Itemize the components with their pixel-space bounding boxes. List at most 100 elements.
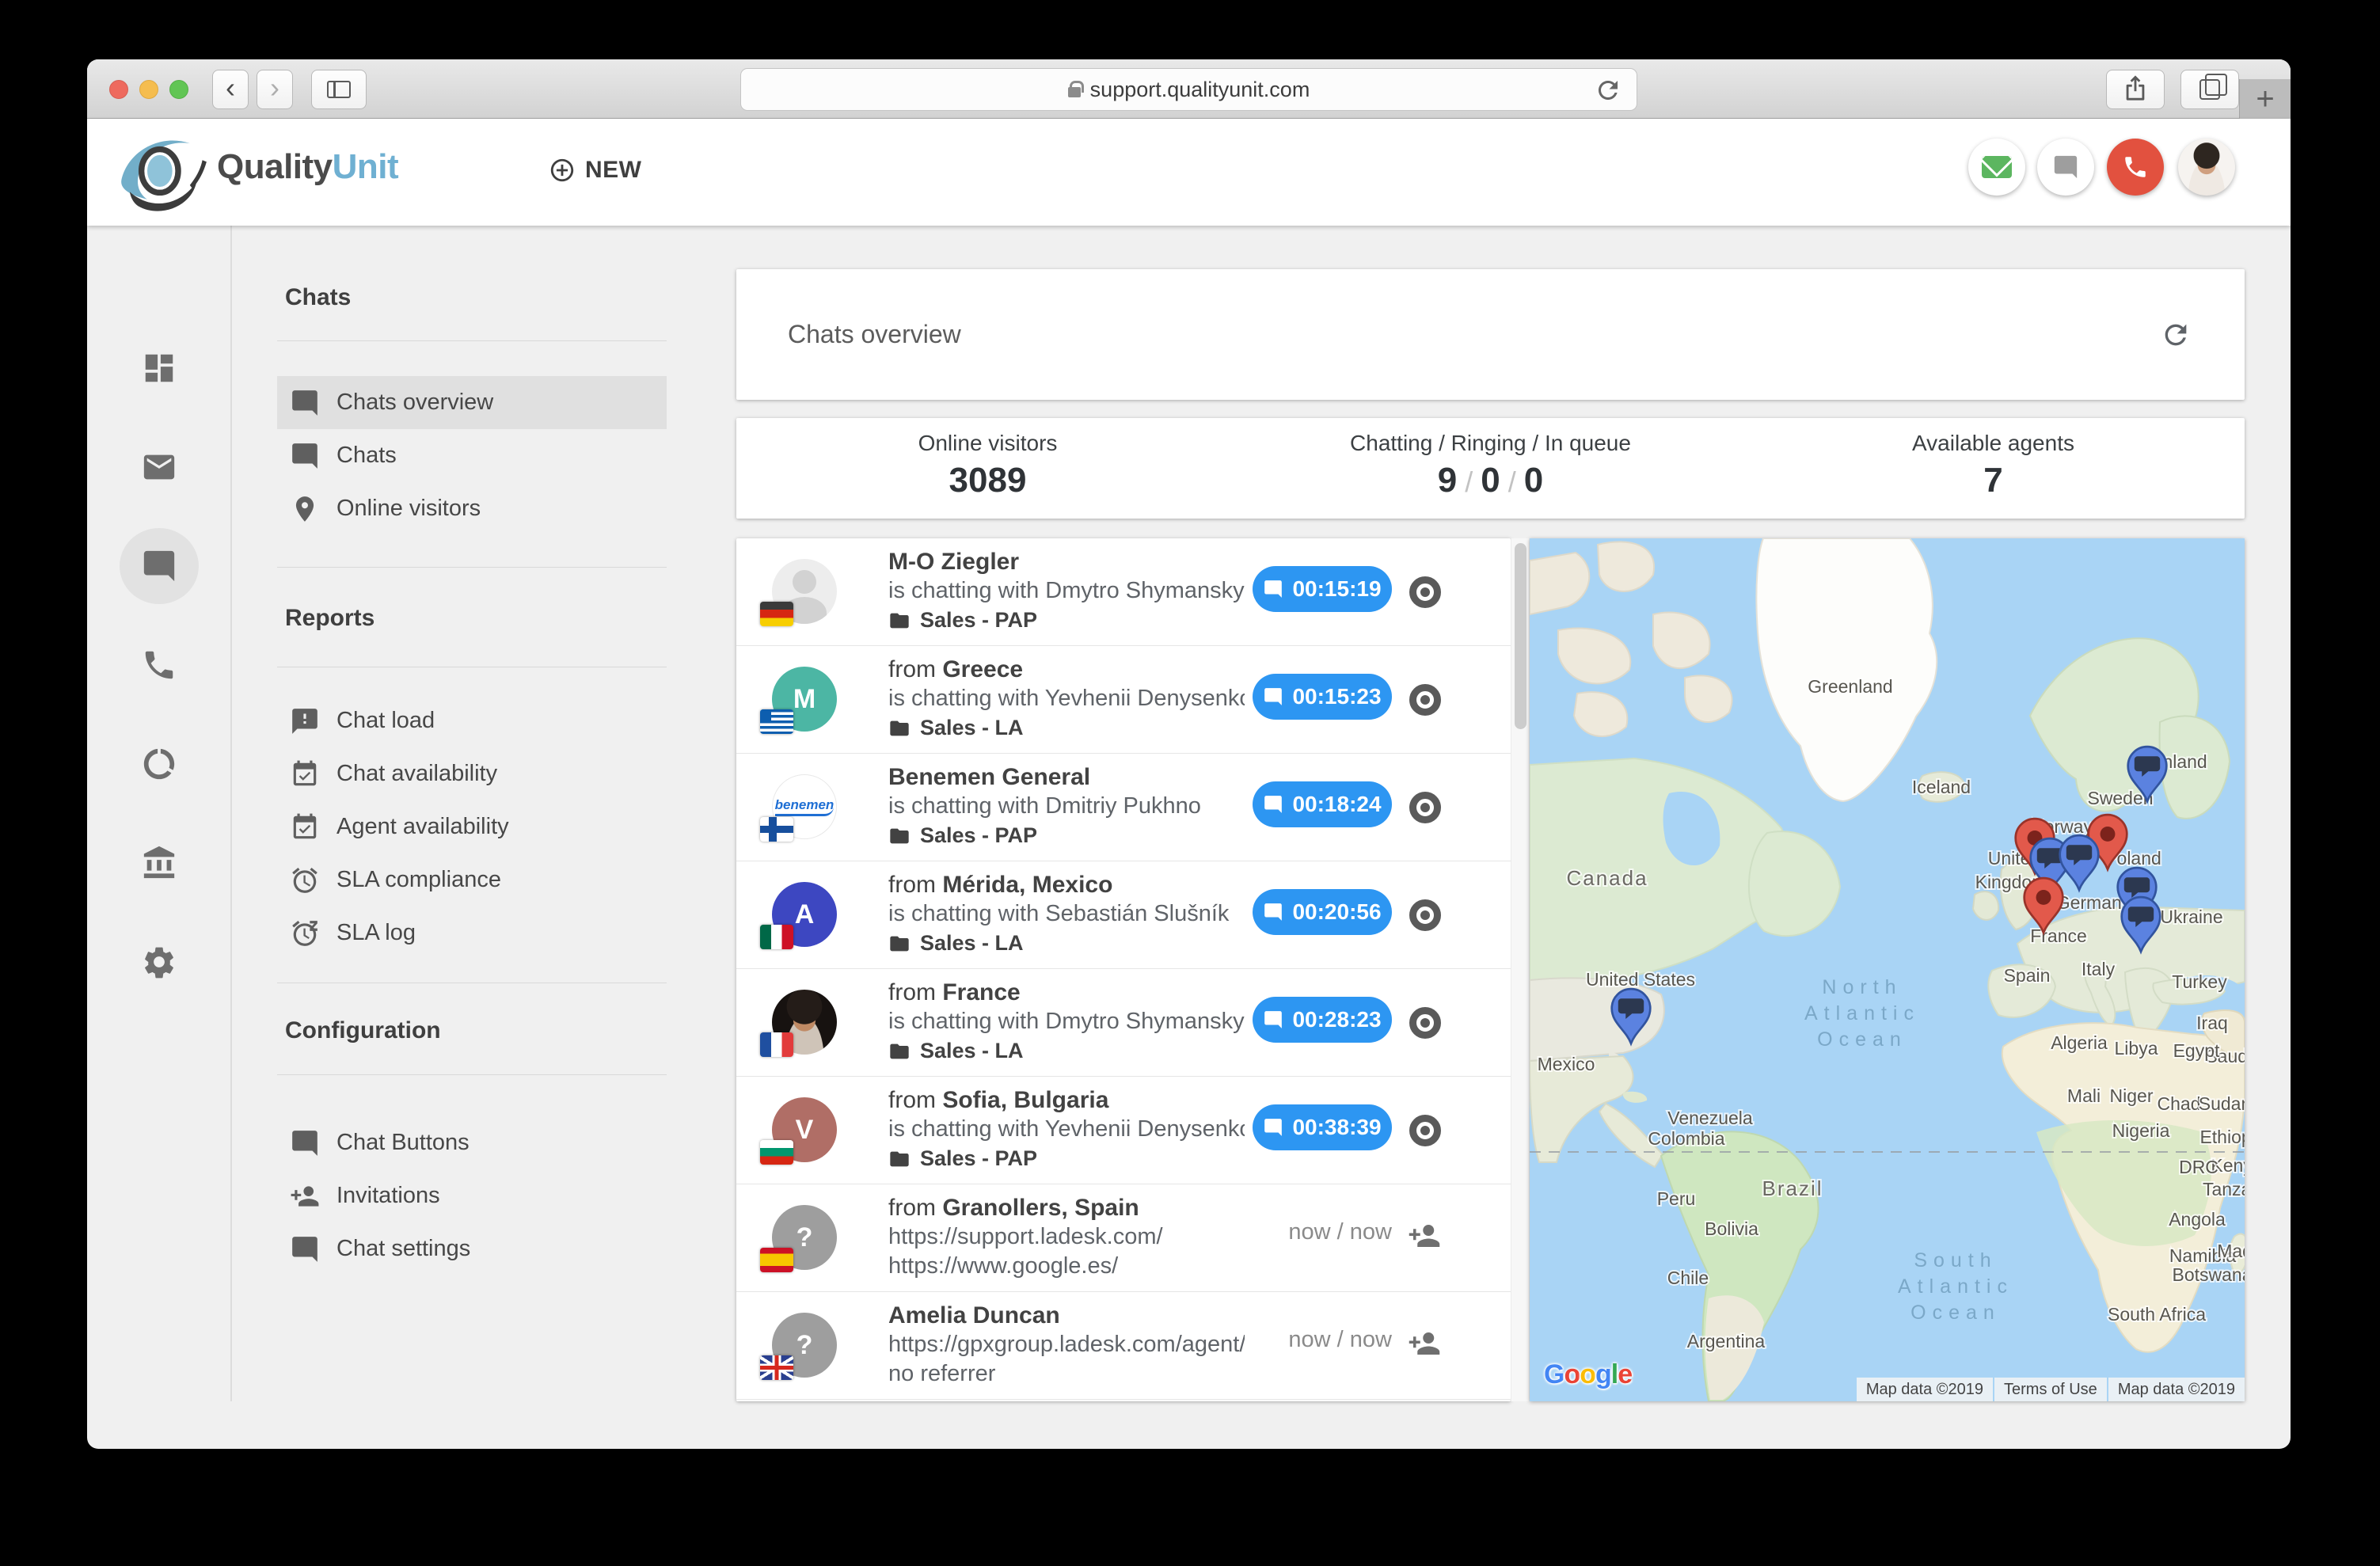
map-attribution: Map data ©2019Terms of UseMap data ©2019 [1857,1378,2245,1401]
visitor-status: is chatting with Dmytro Shymanskyi [888,576,1245,606]
visitor-row[interactable]: M from Greece is chatting with Yevhenii … [736,646,1511,754]
visitor-row[interactable]: ? Amelia Duncan https://gpxgroup.ladesk.… [736,1292,1511,1400]
icon-rail [87,226,231,1449]
visitor-row[interactable]: ? from Granollers, Spain https://support… [736,1184,1511,1292]
invite-visitor-icon[interactable] [1408,1219,1441,1252]
terms-of-use-link[interactable]: Terms of Use [1994,1378,2107,1402]
visitor-meta: Sales - PAP [888,821,1245,850]
rail-item-phone[interactable] [120,627,199,703]
map-country-label: Ukraine [2160,907,2222,927]
rail-item-settings[interactable] [120,924,199,1000]
reload-icon[interactable] [1594,76,1622,105]
rail-item-chat[interactable] [120,528,199,604]
address-bar[interactable]: support.qualityunit.com [740,68,1637,111]
sidebar-item-agent-availability[interactable]: Agent availability [277,800,667,853]
share-icon [2122,74,2149,101]
browser-back-button[interactable]: ‹ [212,70,249,109]
scrollbar-thumb[interactable] [1515,543,1526,729]
flag-fr-icon [760,1032,793,1057]
google-logo-letter: o [1580,1359,1595,1389]
visitor-row[interactable]: from France is chatting with Dmytro Shym… [736,969,1511,1077]
folder-icon [888,933,911,955]
forward-chevron-icon: › [270,74,279,102]
qualityunit-logo-icon [116,130,208,214]
sidebar-item-chat-buttons[interactable]: Chat Buttons [277,1116,667,1169]
folder-icon [888,717,911,739]
sidebar-item-chat-settings[interactable]: Chat settings [277,1222,667,1275]
chat-icon [290,1128,320,1158]
sidebar-item-sla-log[interactable]: SLA log [277,907,667,960]
refresh-button[interactable] [2160,319,2192,351]
watch-chat-icon[interactable] [1409,1007,1441,1039]
sidebar-item-label: Chats [336,443,397,469]
map-country-label: Niger [2110,1085,2154,1106]
nav-section-heading: Chats [277,283,667,312]
browser-sidebar-button[interactable] [311,70,367,109]
sidebar-item-invitations[interactable]: Invitations [277,1169,667,1222]
watch-chat-icon[interactable] [1409,684,1441,716]
google-logo-letter: o [1564,1359,1580,1389]
stat-number: 9 [1438,461,1457,500]
nav-divider [277,1074,667,1075]
page-title: Chats overview [788,269,961,400]
visitor-row[interactable]: M-O Ziegler is chatting with Dmytro Shym… [736,538,1511,646]
window-maximize-button[interactable] [169,80,188,99]
visitor-meta: no referrer [888,1359,1245,1389]
sidebar-item-label: Chat load [336,708,435,734]
watch-chat-icon[interactable] [1409,576,1441,608]
sidebar-item-chat-availability[interactable]: Chat availability [277,747,667,800]
stat-value: 7 [1742,461,2245,500]
map-country-label: Botswana [2172,1264,2245,1285]
calls-button[interactable] [2107,139,2164,196]
watch-chat-icon[interactable] [1409,899,1441,931]
app-header: QualityUnit NEW [87,119,2291,226]
sidebar-item-sla-compliance[interactable]: SLA compliance [277,853,667,907]
rail-item-mail[interactable] [120,429,199,505]
window-minimize-button[interactable] [139,80,158,99]
visitor-meta: Sales - PAP [888,606,1245,635]
tickets-button[interactable] [1968,139,2025,196]
visitor-row[interactable]: V from Sofia, Bulgaria is chatting with … [736,1077,1511,1184]
rail-item-bank[interactable] [120,825,199,901]
dashboard-icon [141,350,177,386]
watch-chat-icon[interactable] [1409,792,1441,823]
sidebar-toggle-icon [327,81,351,98]
map-country-label: Spain [2004,965,2051,986]
visitor-row[interactable]: benemen Benemen General is chatting with… [736,754,1511,861]
stat-value: 9/0/0 [1239,461,1742,500]
browser-window: ‹ › support.qualityunit.com + QualityUni… [87,59,2291,1449]
watch-chat-icon[interactable] [1409,1115,1441,1146]
new-button[interactable]: NEW [549,157,642,184]
chat-duration-pill[interactable]: 00:15:23 [1253,674,1392,720]
window-close-button[interactable] [109,80,128,99]
user-avatar[interactable] [2178,139,2235,196]
chat-duration-pill[interactable]: 00:38:39 [1253,1104,1392,1150]
person-add-icon [1408,1327,1441,1360]
google-logo-letter: l [1611,1359,1618,1389]
rail-item-dashboard[interactable] [120,330,199,406]
bank-icon [141,845,177,881]
chat-duration: 00:20:56 [1292,899,1381,925]
browser-forward-button[interactable]: › [257,70,293,109]
chat-duration-pill[interactable]: 00:28:23 [1253,997,1392,1043]
stat-value: 3089 [736,461,1239,500]
new-tab-button[interactable]: + [2239,79,2291,119]
chat-duration-pill[interactable]: 00:20:56 [1253,889,1392,935]
map-data-label: Map data ©2019 [2108,1378,2245,1402]
sidebar-item-chats-overview[interactable]: Chats overview [277,376,667,429]
sidebar-item-chat-load[interactable]: Chat load [277,694,667,747]
chat-duration-pill[interactable]: 00:18:24 [1253,781,1392,827]
sidebar-item-chats[interactable]: Chats [277,429,667,482]
rail-item-data-usage[interactable] [120,726,199,802]
invite-visitor-icon[interactable] [1408,1327,1441,1360]
browser-share-button[interactable] [2106,70,2165,109]
chats-button[interactable] [2037,139,2094,196]
browser-tabs-button[interactable] [2180,70,2239,109]
stat-number: 0 [1481,461,1500,500]
visit-times: now / now [1180,1327,1392,1353]
list-scrollbar[interactable] [1511,538,1530,1401]
visitors-map[interactable]: GreenlandIcelandCanadaUnited StatesMexic… [1530,538,2245,1401]
sidebar-item-online-visitors[interactable]: Online visitors [277,482,667,535]
chat-duration-pill[interactable]: 00:15:19 [1253,566,1392,612]
visitor-row[interactable]: A from Mérida, Mexico is chatting with S… [736,861,1511,969]
